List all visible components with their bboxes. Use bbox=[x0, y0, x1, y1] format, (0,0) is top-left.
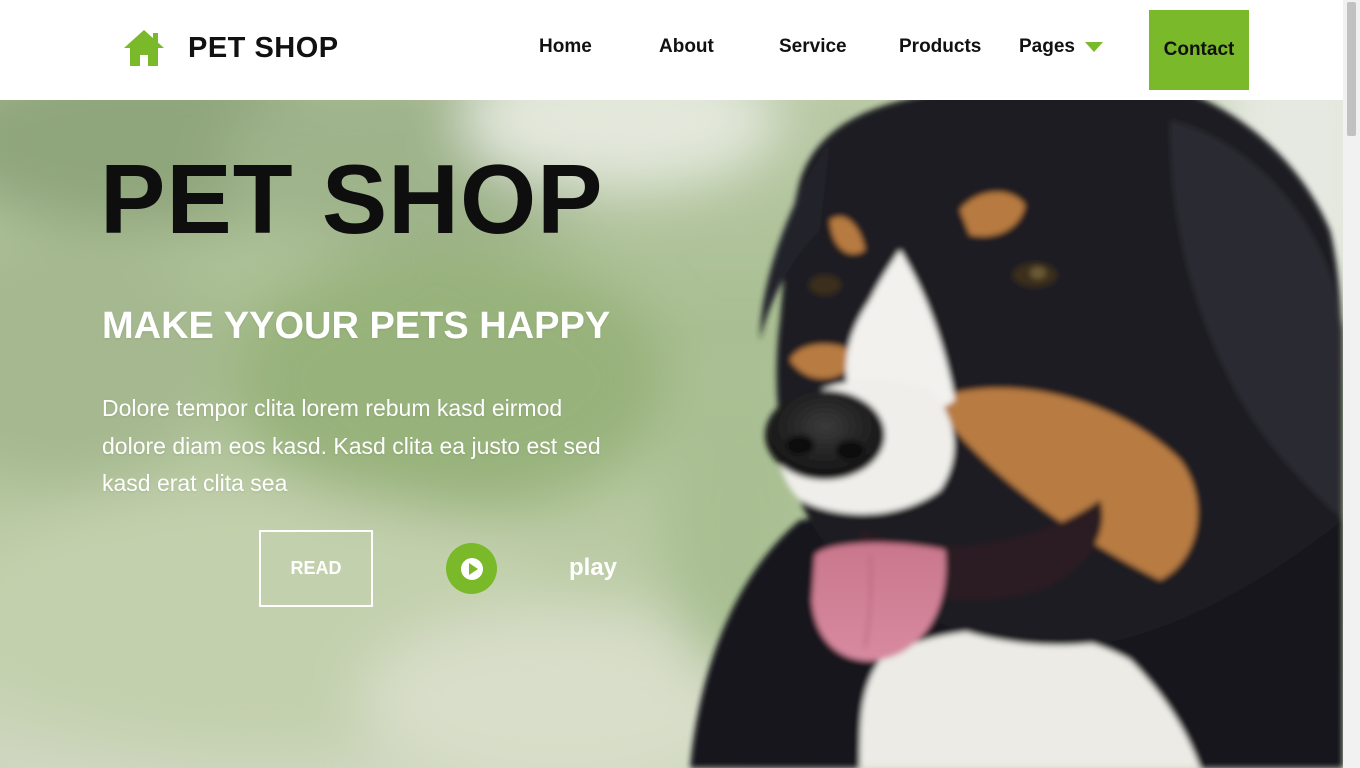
caret-down-icon[interactable] bbox=[1085, 42, 1103, 52]
hero-title: PET SHOP bbox=[100, 144, 604, 254]
contact-button[interactable]: Contact bbox=[1149, 10, 1249, 90]
nav-service[interactable]: Service bbox=[779, 36, 847, 58]
play-button[interactable] bbox=[446, 543, 497, 594]
scrollbar[interactable] bbox=[1343, 0, 1360, 768]
home-icon bbox=[124, 30, 164, 66]
brand-link[interactable]: PET SHOP bbox=[122, 28, 339, 68]
read-button[interactable]: READ bbox=[259, 530, 373, 607]
nav-products[interactable]: Products bbox=[899, 36, 981, 58]
brand-name: PET SHOP bbox=[188, 31, 339, 64]
page: PET SHOP Home About Service Products Pag… bbox=[0, 0, 1360, 768]
navbar: PET SHOP Home About Service Products Pag… bbox=[0, 0, 1343, 100]
nav-home[interactable]: Home bbox=[539, 36, 592, 58]
hero-description: Dolore tempor clita lorem rebum kasd eir… bbox=[102, 395, 601, 496]
scrollbar-thumb[interactable] bbox=[1347, 2, 1356, 136]
nav-pages[interactable]: Pages bbox=[1019, 36, 1075, 58]
nav-about[interactable]: About bbox=[659, 36, 714, 58]
play-label[interactable]: play bbox=[569, 554, 617, 582]
hero-subtitle: MAKE YYOUR PETS HAPPY bbox=[102, 305, 611, 347]
play-icon bbox=[460, 557, 483, 580]
hero-section: PET SHOP MAKE YYOUR PETS HAPPY Dolore te… bbox=[0, 100, 1343, 768]
